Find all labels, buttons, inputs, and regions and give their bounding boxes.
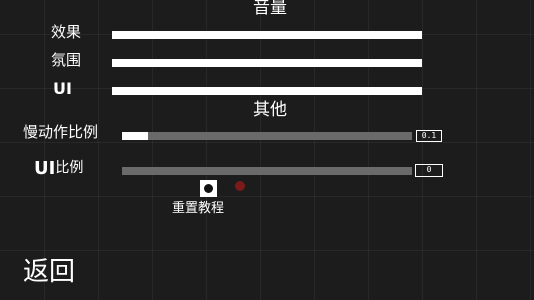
- ui-scale-slider[interactable]: [122, 167, 412, 175]
- ui-scale-label-prefix: UI: [34, 158, 56, 179]
- reset-tutorial-indicator-icon: [235, 181, 245, 191]
- reset-tutorial-dot-icon: [204, 184, 213, 193]
- ui-volume-label: UI: [53, 79, 72, 98]
- ui-scale-label-suffix: 比例: [55, 160, 84, 176]
- reset-tutorial-button[interactable]: [200, 180, 217, 197]
- other-heading: 其他: [253, 100, 287, 120]
- slow-motion-value-box[interactable]: 0.1: [416, 130, 442, 142]
- effects-volume-slider[interactable]: [112, 31, 422, 39]
- ui-scale-value-box[interactable]: 0: [415, 164, 443, 177]
- volume-heading: 音量: [253, 0, 287, 18]
- ui-scale-label: UI比例: [34, 157, 83, 180]
- ambience-volume-label: 氛围: [51, 51, 82, 69]
- ui-volume-slider[interactable]: [112, 87, 422, 95]
- effects-volume-label: 效果: [51, 23, 82, 41]
- slow-motion-label: 慢动作比例: [23, 123, 99, 141]
- reset-tutorial-label: 重置教程: [172, 201, 225, 216]
- slow-motion-slider-fill: [122, 132, 149, 140]
- slow-motion-slider[interactable]: [122, 132, 412, 140]
- ambience-volume-slider[interactable]: [112, 59, 422, 67]
- back-button[interactable]: 返回: [23, 256, 75, 288]
